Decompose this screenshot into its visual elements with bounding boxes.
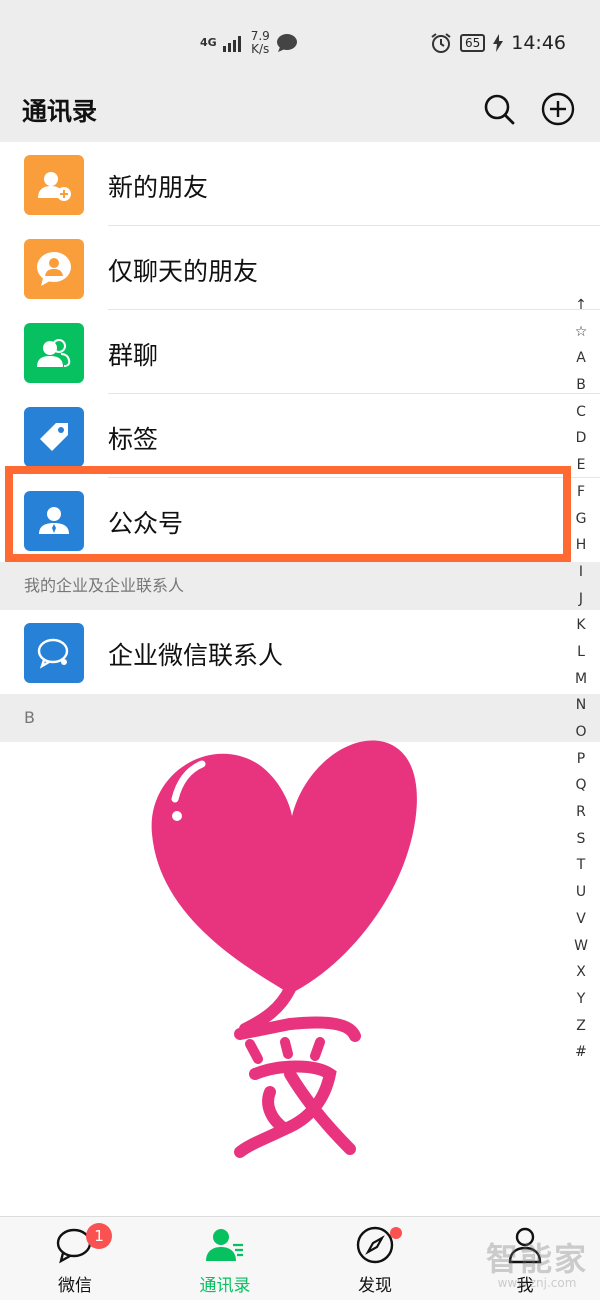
menu-item-label: 标签 — [108, 425, 159, 454]
tab-label: 发现 — [358, 1276, 392, 1296]
menu-item-wecom-contacts[interactable]: 企业微信联系人 — [0, 610, 600, 694]
tile-new-friends — [24, 155, 84, 215]
menu-item-label: 群聊 — [108, 341, 159, 370]
signal-icon — [222, 36, 241, 52]
alphabet-index[interactable]: ↑ ☆ A B C D E F G H I J K L M N O P Q R S T U V W X Y Z # — [570, 292, 592, 1066]
index-letter[interactable]: B — [570, 372, 592, 399]
index-letter[interactable]: Z — [570, 1013, 592, 1040]
index-letter[interactable]: H — [570, 532, 592, 559]
chat-only-friend-icon — [37, 252, 71, 286]
alarm-icon — [431, 33, 451, 53]
battery-level: 65 — [459, 34, 486, 52]
unread-badge: 1 — [86, 1223, 112, 1249]
menu-item-label: 公众号 — [108, 509, 184, 538]
index-letter[interactable]: A — [570, 345, 592, 372]
index-letter[interactable]: I — [570, 559, 592, 586]
tile-chat-only-friends — [24, 239, 84, 299]
index-letter[interactable]: M — [570, 666, 592, 693]
menu-item-group-chats[interactable]: 群聊 — [0, 310, 600, 394]
tile-tags — [24, 407, 84, 467]
index-letter[interactable]: W — [570, 933, 592, 960]
tile-wecom-contacts — [24, 623, 84, 683]
menu-item-official-accounts[interactable]: 公众号 — [0, 478, 600, 562]
index-letter[interactable]: S — [570, 826, 592, 853]
add-icon[interactable] — [541, 92, 575, 126]
menu-item-tags[interactable]: 标签 — [0, 394, 600, 478]
group-chat-icon — [37, 339, 71, 367]
status-bar: 4G 7.9 K/s 65 14:46 — [0, 0, 600, 80]
menu-item-chat-only-friends[interactable]: 仅聊天的朋友 — [0, 226, 600, 310]
tile-official-accounts — [24, 491, 84, 551]
index-letter[interactable]: O — [570, 719, 592, 746]
speed-unit: K/s — [251, 42, 270, 56]
index-letter[interactable]: L — [570, 639, 592, 666]
index-letter[interactable]: U — [570, 879, 592, 906]
watermark-logo: 智能家 — [486, 1240, 589, 1278]
clock: 14:46 — [511, 32, 566, 54]
index-letter[interactable]: T — [570, 852, 592, 879]
index-letter[interactable]: P — [570, 746, 592, 773]
contacts-menu: 新的朋友 仅聊天的朋友 群聊 标签 公众号 — [0, 142, 600, 562]
menu-item-label: 新的朋友 — [108, 173, 209, 202]
compass-icon — [356, 1226, 394, 1264]
index-letter[interactable]: F — [570, 479, 592, 506]
charging-icon — [493, 34, 504, 52]
search-icon[interactable] — [482, 92, 516, 126]
index-letter[interactable]: J — [570, 586, 592, 613]
index-letter[interactable]: N — [570, 692, 592, 719]
menu-item-label: 企业微信联系人 — [108, 641, 284, 670]
watermark: 智能家 www.znj.com — [486, 1234, 588, 1290]
heart-illustration — [151, 740, 417, 1158]
index-letter[interactable]: V — [570, 906, 592, 933]
contacts-icon — [206, 1229, 243, 1261]
index-letter[interactable]: # — [570, 1039, 592, 1066]
index-letter[interactable]: E — [570, 452, 592, 479]
tab-contacts[interactable]: 通讯录 — [150, 1217, 300, 1300]
index-letter[interactable]: C — [570, 399, 592, 426]
index-letter[interactable]: R — [570, 799, 592, 826]
tab-label: 微信 — [58, 1276, 92, 1296]
app-header: 通讯录 — [0, 80, 600, 142]
wecom-contacts-icon — [37, 638, 69, 669]
index-letter[interactable]: K — [570, 612, 592, 639]
menu-item-new-friends[interactable]: 新的朋友 — [0, 142, 600, 226]
index-letter[interactable]: ↑ — [570, 292, 592, 319]
status-left: 4G 7.9 K/s — [200, 30, 298, 56]
enterprise-section-header: 我的企业及企业联系人 — [0, 562, 600, 610]
enterprise-list: 企业微信联系人 — [0, 610, 600, 694]
index-letter[interactable]: Q — [570, 772, 592, 799]
status-right: 65 14:46 — [430, 32, 566, 54]
network-speed: 7.9 K/s — [251, 30, 270, 56]
tab-label: 通讯录 — [199, 1276, 251, 1296]
tab-discover[interactable]: 发现 — [300, 1217, 450, 1300]
official-account-icon — [39, 507, 69, 534]
index-letter[interactable]: Y — [570, 986, 592, 1013]
index-letter[interactable]: G — [570, 506, 592, 533]
menu-item-label: 仅聊天的朋友 — [108, 257, 259, 286]
tile-group-chats — [24, 323, 84, 383]
new-content-dot — [390, 1227, 402, 1239]
tab-chats[interactable]: 1 微信 — [0, 1217, 150, 1300]
watermark-url: www.znj.com — [497, 1276, 577, 1290]
tag-icon — [40, 423, 68, 451]
index-letter[interactable]: X — [570, 959, 592, 986]
network-indicator: 4G — [200, 36, 217, 49]
index-letter[interactable]: ☆ — [570, 319, 592, 346]
index-letter[interactable]: D — [570, 425, 592, 452]
add-friend-icon — [38, 172, 71, 201]
page-title: 通讯录 — [22, 97, 98, 126]
message-notification-icon — [276, 34, 297, 52]
